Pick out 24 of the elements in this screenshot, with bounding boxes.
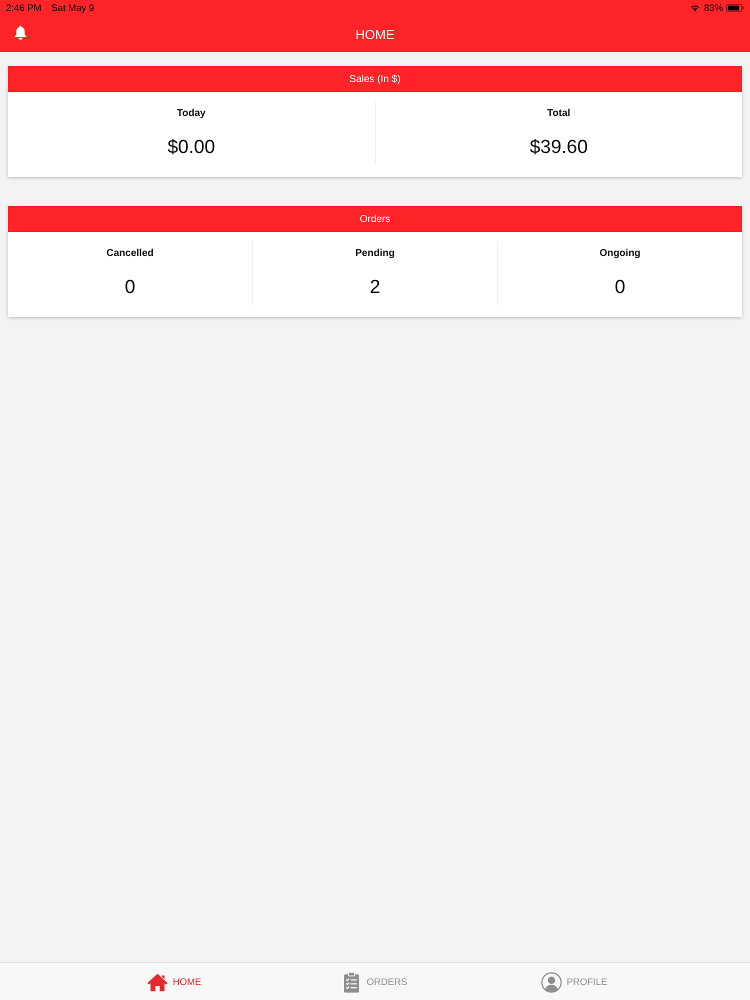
page-title: HOME xyxy=(356,26,394,42)
stat-label: Ongoing xyxy=(599,248,641,259)
stat-value: 0 xyxy=(124,277,136,299)
tab[interactable]: ORDERS xyxy=(340,970,408,994)
stat-value: 2 xyxy=(370,277,380,299)
battery-icon xyxy=(726,4,744,12)
stat-value: 0 xyxy=(614,277,626,299)
house-icon xyxy=(146,972,168,992)
stat-label: Pending xyxy=(355,248,395,259)
user-avatar-icon xyxy=(540,972,562,992)
tab[interactable]: HOME xyxy=(146,970,202,994)
battery-percent: 83% xyxy=(704,2,723,14)
status-date: Sat May 9 xyxy=(51,2,94,14)
stat-value: $39.60 xyxy=(530,137,588,159)
notification-bell-icon[interactable] xyxy=(14,25,27,40)
stat-label: Today xyxy=(176,108,206,119)
card-title: Orders xyxy=(360,214,390,224)
stat-label: Total xyxy=(547,108,570,119)
wifi-icon xyxy=(690,4,700,12)
stat-value: $0.00 xyxy=(167,137,216,159)
stat-label: Cancelled xyxy=(106,248,154,259)
card-title: Sales (In $) xyxy=(349,74,401,84)
status-time: 2:46 PM xyxy=(6,2,42,14)
tab[interactable]: PROFILE xyxy=(540,970,608,994)
